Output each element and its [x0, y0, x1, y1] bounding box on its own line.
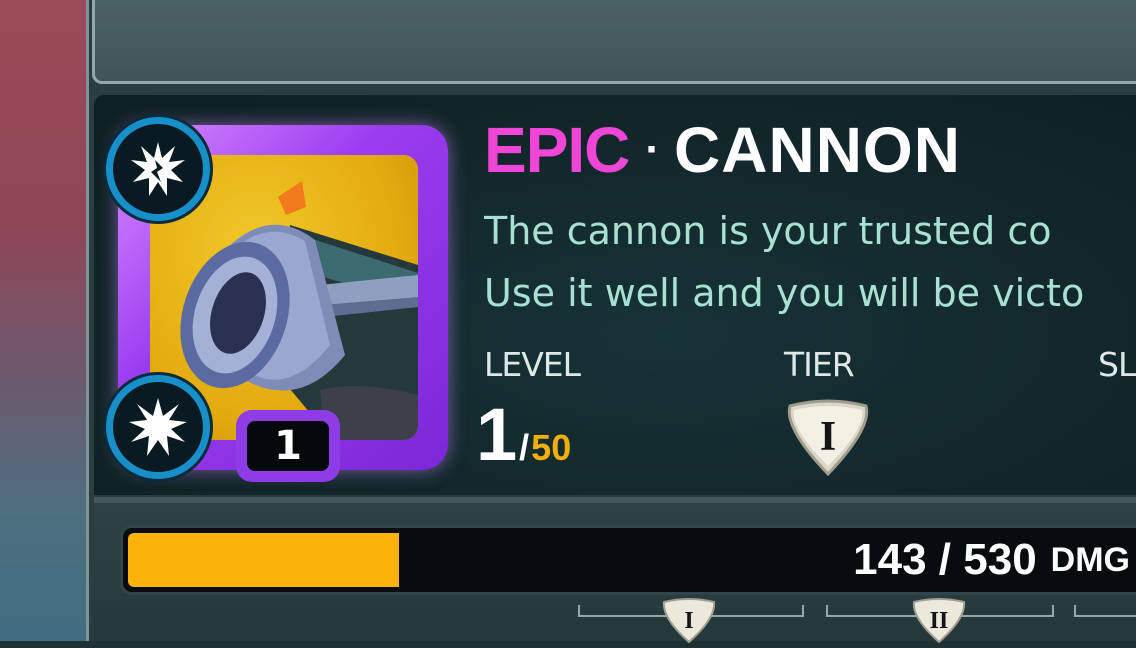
- tier-marker-1: I: [660, 598, 718, 644]
- damage-unit: DMG: [1050, 540, 1130, 579]
- level-slash: /: [519, 427, 530, 468]
- tier-value: I: [820, 414, 836, 460]
- level-label: LEVEL: [484, 345, 581, 384]
- rarity-label: EPIC: [484, 114, 630, 186]
- level-current: 1: [476, 393, 518, 476]
- tier-marker-2-label: II: [930, 608, 949, 634]
- item-name: CANNON: [674, 114, 961, 186]
- tier-marker-1-label: I: [684, 608, 693, 634]
- description-line-1: The cannon is your trusted co: [484, 209, 1052, 253]
- card-top-badge: [106, 117, 210, 221]
- damage-progress-bar: 143 / 530 DMG: [120, 525, 1136, 595]
- card-level-value: 1: [247, 421, 329, 471]
- card-bottom-badge: [106, 375, 210, 479]
- item-title: EPIC · CANNON: [484, 110, 961, 190]
- burst-splat-icon: [131, 142, 185, 196]
- item-description: The cannon is your trusted co Use it wel…: [484, 200, 1136, 320]
- starburst-icon: [129, 398, 187, 456]
- tier-badge: I: [780, 398, 876, 478]
- damage-progress-fill: [128, 533, 399, 587]
- level-value: 1 / 50: [476, 392, 571, 482]
- title-separator: ·: [645, 125, 661, 174]
- tier-marker-2: II: [910, 598, 968, 644]
- top-panel: [92, 0, 1136, 84]
- damage-progress-text: 143 / 530 DMG: [853, 528, 1130, 592]
- damage-value: 143 / 530: [853, 535, 1037, 584]
- left-background-strip: [0, 0, 86, 641]
- tier-track-3: [1074, 605, 1136, 617]
- tier-label: TIER: [784, 345, 855, 384]
- card-level-chip: 1: [236, 410, 340, 482]
- level-max: 50: [531, 427, 572, 468]
- slot-label: SL: [1098, 345, 1136, 384]
- description-line-2: Use it well and you will be victo: [484, 271, 1085, 315]
- item-card[interactable]: 1: [106, 117, 454, 482]
